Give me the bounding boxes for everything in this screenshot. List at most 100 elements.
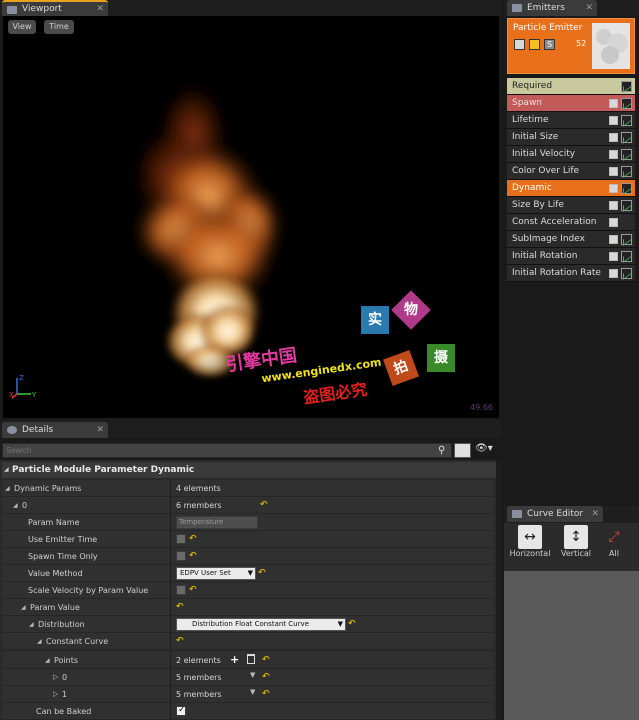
property-row[interactable]: Spawn Time Only ↶ bbox=[2, 548, 494, 565]
curve-graph-icon[interactable] bbox=[621, 268, 632, 279]
close-icon[interactable]: ✕ bbox=[591, 506, 599, 522]
reset-to-default-icon[interactable]: ↶ bbox=[258, 568, 266, 578]
fit-horizontal-button[interactable]: ↔ Horizontal bbox=[508, 525, 552, 569]
view-options-eye-icon[interactable]: 👁▾ bbox=[475, 443, 493, 454]
distribution-dropdown[interactable]: Distribution Float Constant Curve ▼ bbox=[176, 618, 346, 631]
particle-viewport[interactable]: View Time Z Y X 49.66 实 物 拍 摄 引擎中国 www.e… bbox=[3, 16, 499, 418]
search-icon[interactable]: ⚲ bbox=[438, 445, 445, 456]
value-method-dropdown[interactable]: EDPV User Set ▼ bbox=[176, 567, 256, 580]
details-scrollbar[interactable] bbox=[496, 460, 502, 720]
time-menu-button[interactable]: Time bbox=[44, 20, 74, 34]
tab-details[interactable]: Details ✕ bbox=[2, 422, 108, 438]
close-icon[interactable]: ✕ bbox=[585, 0, 593, 16]
curve-graph-icon[interactable] bbox=[621, 81, 632, 92]
chevron-down-icon[interactable]: ▼ bbox=[250, 688, 255, 696]
property-row[interactable]: Value Method EDPV User Set ▼ ↶ bbox=[2, 565, 494, 582]
property-row[interactable]: Points 2 elements + ↶ bbox=[2, 652, 494, 669]
curve-graph-icon[interactable] bbox=[621, 115, 632, 126]
column-splitter[interactable] bbox=[170, 582, 171, 599]
close-icon[interactable]: ✕ bbox=[96, 2, 104, 16]
curve-graph-icon[interactable] bbox=[621, 183, 632, 194]
column-splitter[interactable] bbox=[170, 480, 171, 497]
module-row[interactable]: Initial Velocity bbox=[507, 146, 635, 163]
module-enable-checkbox[interactable] bbox=[609, 184, 618, 193]
property-row[interactable]: 0 5 members ▼ ↶ bbox=[2, 669, 494, 686]
property-row[interactable]: Constant Curve ↶ bbox=[2, 633, 494, 650]
property-matrix-button[interactable] bbox=[454, 443, 471, 458]
module-enable-checkbox[interactable] bbox=[609, 150, 618, 159]
tab-curve-editor[interactable]: Curve Editor ✕ bbox=[507, 506, 603, 522]
property-row[interactable]: Dynamic Params 4 elements bbox=[2, 480, 494, 497]
property-row[interactable]: Param Name Temperature bbox=[2, 514, 494, 531]
module-enable-checkbox[interactable] bbox=[609, 99, 618, 108]
property-checkbox[interactable] bbox=[176, 534, 186, 544]
module-enable-checkbox[interactable] bbox=[609, 235, 618, 244]
column-splitter[interactable] bbox=[170, 633, 171, 650]
fit-vertical-button[interactable]: ↕ Vertical bbox=[556, 525, 596, 569]
module-row[interactable]: Size By Life bbox=[507, 197, 635, 214]
reset-to-default-icon[interactable]: ↶ bbox=[189, 585, 197, 595]
property-row[interactable]: 0 6 members ↶ bbox=[2, 497, 494, 514]
module-enable-checkbox[interactable] bbox=[609, 252, 618, 261]
reset-to-default-icon[interactable]: ↶ bbox=[262, 672, 270, 682]
trash-icon[interactable] bbox=[247, 654, 255, 664]
reset-to-default-icon[interactable]: ↶ bbox=[260, 500, 268, 510]
reset-to-default-icon[interactable]: ↶ bbox=[262, 655, 270, 665]
view-menu-button[interactable]: View bbox=[8, 20, 36, 34]
curve-graph-icon[interactable] bbox=[621, 149, 632, 160]
module-enable-checkbox[interactable] bbox=[609, 269, 618, 278]
param-name-field[interactable]: Temperature bbox=[176, 516, 258, 529]
curve-graph-icon[interactable] bbox=[621, 251, 632, 262]
curve-editor-graph[interactable] bbox=[504, 571, 639, 720]
tab-emitters[interactable]: Emitters ✕ bbox=[507, 0, 597, 16]
curve-graph-icon[interactable] bbox=[621, 132, 632, 143]
property-row[interactable]: Param Value ↶ bbox=[2, 599, 494, 616]
column-splitter[interactable] bbox=[170, 599, 171, 616]
chevron-down-icon[interactable]: ▼ bbox=[250, 671, 255, 679]
column-splitter[interactable] bbox=[170, 497, 171, 514]
module-row[interactable]: Dynamic bbox=[507, 180, 635, 197]
module-enable-checkbox[interactable] bbox=[609, 218, 618, 227]
close-icon[interactable]: ✕ bbox=[96, 422, 104, 438]
curve-graph-icon[interactable] bbox=[621, 98, 632, 109]
module-row[interactable]: Const Acceleration bbox=[507, 214, 635, 231]
reset-to-default-icon[interactable]: ↶ bbox=[262, 689, 270, 699]
column-splitter[interactable] bbox=[170, 531, 171, 548]
column-splitter[interactable] bbox=[170, 669, 171, 686]
column-splitter[interactable] bbox=[170, 686, 171, 703]
property-checkbox[interactable] bbox=[176, 585, 186, 595]
details-search-input[interactable] bbox=[2, 443, 452, 458]
reset-to-default-icon[interactable]: ↶ bbox=[176, 602, 184, 612]
column-splitter[interactable] bbox=[170, 616, 171, 633]
curve-graph-icon[interactable] bbox=[621, 234, 632, 245]
reset-to-default-icon[interactable]: ↶ bbox=[348, 619, 356, 629]
column-splitter[interactable] bbox=[170, 703, 171, 720]
property-checkbox[interactable] bbox=[176, 551, 186, 561]
reset-to-default-icon[interactable]: ↶ bbox=[189, 534, 197, 544]
property-row[interactable]: Use Emitter Time ↶ bbox=[2, 531, 494, 548]
module-row[interactable]: Color Over Life bbox=[507, 163, 635, 180]
add-element-icon[interactable]: + bbox=[230, 653, 239, 666]
module-enable-checkbox[interactable] bbox=[609, 201, 618, 210]
emitter-render-mode-badge[interactable]: S bbox=[544, 39, 555, 50]
tab-viewport[interactable]: Viewport ✕ bbox=[2, 0, 108, 16]
property-row[interactable]: Scale Velocity by Param Value ↶ bbox=[2, 582, 494, 599]
curve-graph-icon[interactable] bbox=[621, 200, 632, 211]
module-enable-checkbox[interactable] bbox=[609, 133, 618, 142]
emitter-card[interactable]: Particle Emitter S 52 bbox=[507, 18, 635, 74]
property-row[interactable]: Can be Baked bbox=[2, 703, 494, 720]
property-row[interactable]: 1 5 members ▼ ↶ bbox=[2, 686, 494, 703]
column-splitter[interactable] bbox=[170, 514, 171, 531]
category-header[interactable]: Particle Module Parameter Dynamic bbox=[2, 462, 500, 478]
property-checkbox[interactable] bbox=[176, 705, 186, 716]
module-enable-checkbox[interactable] bbox=[609, 167, 618, 176]
fit-all-button[interactable]: ⤢ All bbox=[600, 525, 628, 569]
column-splitter[interactable] bbox=[170, 565, 171, 582]
module-row[interactable]: Lifetime bbox=[507, 112, 635, 129]
module-row[interactable]: SubImage Index bbox=[507, 231, 635, 248]
reset-to-default-icon[interactable]: ↶ bbox=[176, 636, 184, 646]
module-row[interactable]: Spawn bbox=[507, 95, 635, 112]
reset-to-default-icon[interactable]: ↶ bbox=[189, 551, 197, 561]
module-row[interactable]: Initial Size bbox=[507, 129, 635, 146]
property-row[interactable]: Distribution Distribution Float Constant … bbox=[2, 616, 494, 633]
